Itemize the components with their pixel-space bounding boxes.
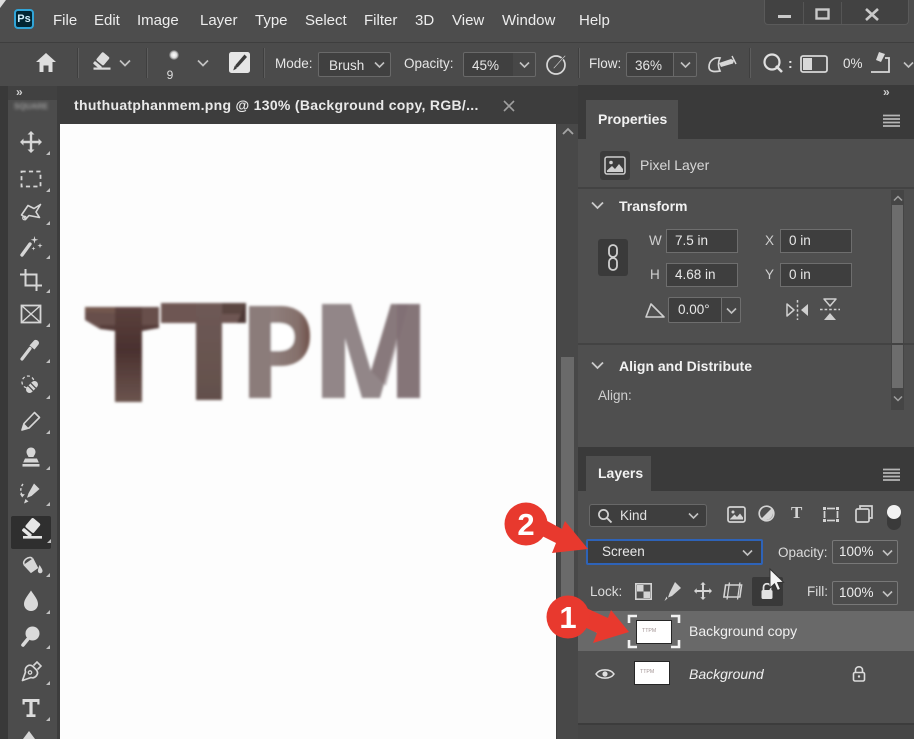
svg-text:2: 2: [517, 507, 534, 542]
svg-text:1: 1: [559, 600, 576, 635]
